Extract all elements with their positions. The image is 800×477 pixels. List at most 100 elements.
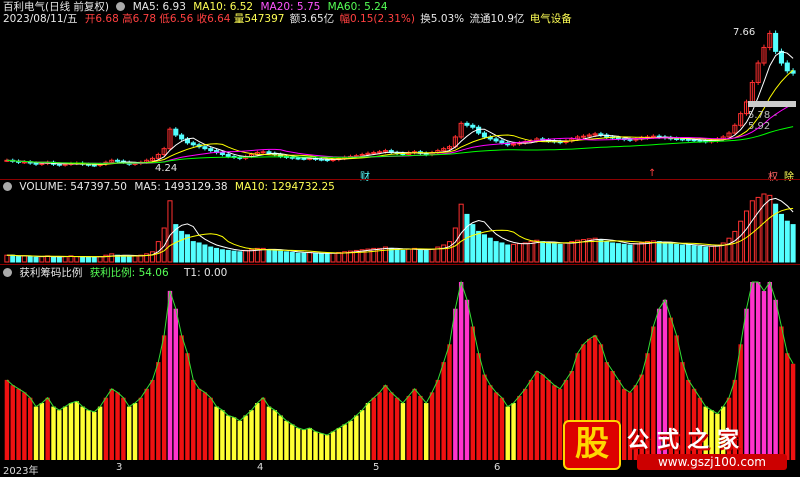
- price-range-label: 5.78 - 5.92: [748, 110, 778, 132]
- candle-body: [62, 163, 68, 166]
- ma5-line: [6, 51, 794, 165]
- panel-separator-1[interactable]: [0, 179, 800, 180]
- candle-body: [208, 148, 214, 152]
- volume-bar: [120, 255, 126, 263]
- profit-bar: [453, 308, 458, 460]
- kline-chart-canvas[interactable]: [0, 0, 800, 476]
- profit-bar: [156, 362, 161, 460]
- volume-bar: [388, 247, 394, 263]
- volume-bar: [295, 252, 301, 263]
- volume-bar: [726, 237, 732, 263]
- candle-body: [39, 162, 45, 165]
- volume-bar: [394, 249, 400, 263]
- volume-bar: [190, 241, 196, 263]
- candle-body: [470, 124, 476, 128]
- volume-bar: [621, 243, 627, 263]
- volume-bar: [528, 241, 534, 263]
- profit-bar: [196, 388, 202, 460]
- volume-bar: [511, 243, 517, 263]
- volume-bar: [266, 249, 272, 263]
- volume-bar: [313, 252, 319, 263]
- volume-bar: [604, 241, 610, 263]
- candle-body: [56, 163, 62, 166]
- profit-bar: [284, 420, 289, 460]
- marker-quan[interactable]: 权: [768, 168, 778, 183]
- volume-bar: [4, 254, 10, 263]
- profit-title: 获利筹码比例: [19, 267, 83, 279]
- profit-bar: [150, 379, 155, 460]
- profit-bar: [97, 406, 103, 460]
- settings-circle-icon[interactable]: [3, 182, 12, 191]
- volume-bar: [709, 245, 715, 263]
- profit-bar: [400, 403, 406, 460]
- marker-cai[interactable]: 财: [360, 168, 370, 183]
- profit-bar: [464, 299, 470, 460]
- volume-bar: [336, 251, 342, 263]
- volume-bar: [545, 242, 552, 263]
- volume-ma10: MA10: 1294732.25: [234, 181, 335, 193]
- profit-bar: [447, 344, 452, 460]
- volume-bar: [91, 256, 97, 263]
- candle-body: [225, 153, 231, 157]
- volume-bar: [557, 243, 563, 263]
- profit-t1: T1: 0.00: [183, 267, 228, 279]
- profit-bar: [330, 431, 336, 460]
- profit-bar: [394, 397, 400, 460]
- candle-body: [674, 138, 680, 141]
- profit-bar: [517, 395, 522, 460]
- candle-body: [91, 164, 97, 167]
- profit-bar: [272, 410, 278, 460]
- volume-bar: [39, 256, 45, 263]
- candle-body: [773, 32, 779, 52]
- volume-panel: [4, 193, 796, 263]
- candle-body: [685, 138, 691, 141]
- profit-bar: [313, 431, 318, 460]
- volume-bar: [569, 241, 575, 263]
- profit-bar: [546, 379, 551, 460]
- volume-bar: [551, 243, 557, 263]
- volume-bar: [580, 239, 586, 263]
- profit-bar: [179, 335, 184, 460]
- volume-ma5: MA5: 1493129.38: [134, 181, 228, 193]
- profit-bar: [336, 427, 342, 460]
- profit-bar: [301, 429, 307, 460]
- profit-bar: [39, 403, 45, 460]
- settings-circle-icon[interactable]: [3, 268, 12, 277]
- profit-header: 获利筹码比例 获利比例: 54.06 T1: 0.00: [3, 267, 231, 280]
- profit-bar: [86, 410, 91, 460]
- watermark-title: 公式之家: [627, 428, 748, 453]
- candle-body: [598, 133, 604, 136]
- profit-bar: [27, 397, 33, 460]
- candle-body: [21, 161, 27, 164]
- date-label-may: 5: [373, 462, 380, 473]
- volume-bar: [563, 242, 569, 263]
- ma60-line: [6, 126, 794, 164]
- volume-bar: [400, 249, 406, 263]
- volume-bar: [307, 251, 313, 263]
- date-label-apr: 4: [257, 462, 264, 473]
- candle-body: [219, 152, 225, 155]
- volume-bar: [446, 241, 453, 263]
- profit-bar: [132, 403, 138, 460]
- profit-bar: [359, 410, 365, 460]
- profit-bar: [290, 424, 295, 460]
- profit-bar: [348, 420, 353, 460]
- volume-bar: [691, 245, 697, 263]
- profit-bar: [231, 417, 237, 460]
- volume-bar: [470, 224, 476, 263]
- profit-bar: [243, 415, 248, 460]
- volume-bar: [27, 256, 33, 263]
- volume-bar: [644, 241, 651, 263]
- profit-bar: [22, 392, 27, 460]
- ma20-line: [6, 103, 794, 164]
- profit-bar: [429, 392, 435, 460]
- panel-separator-2[interactable]: [0, 264, 800, 265]
- profit-bar: [126, 406, 132, 460]
- volume-bar: [62, 256, 68, 263]
- marker-chu[interactable]: 除: [784, 168, 794, 183]
- profit-bar: [74, 401, 80, 460]
- volume-header: VOLUME: 547397.50 MA5: 1493129.38 MA10: …: [3, 181, 339, 194]
- profit-bar: [202, 392, 208, 460]
- profit-bar: [249, 410, 254, 460]
- profit-bar: [266, 406, 272, 460]
